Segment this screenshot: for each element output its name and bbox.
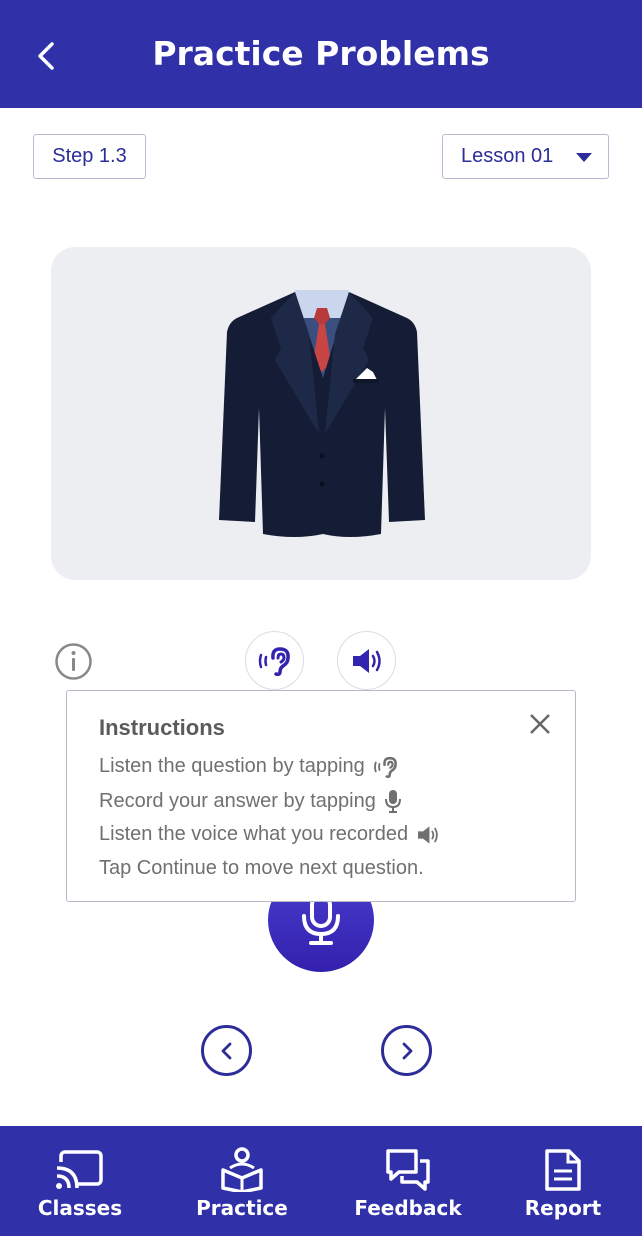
speaker-icon bbox=[352, 648, 381, 673]
nav-item-feedback[interactable]: Feedback bbox=[354, 1126, 462, 1236]
play-recording-button[interactable] bbox=[337, 631, 396, 690]
lesson-dropdown-value: Lesson 01 bbox=[461, 145, 554, 167]
info-icon[interactable] bbox=[54, 642, 93, 681]
previous-question-button[interactable] bbox=[201, 1025, 252, 1076]
instructions-title: Instructions bbox=[99, 715, 225, 740]
bottom-navigation: Classes Practice Feedback Report bbox=[0, 1126, 642, 1236]
instructions-popup: Instructions Listen the question by tapp… bbox=[66, 690, 576, 902]
lesson-dropdown[interactable]: Lesson 01 bbox=[442, 134, 609, 179]
page-title: Practice Problems bbox=[152, 34, 490, 73]
cast-icon bbox=[55, 1150, 103, 1192]
ear-listen-icon bbox=[258, 646, 290, 676]
book-user-icon bbox=[221, 1147, 263, 1192]
nav-label: Report bbox=[524, 1196, 602, 1220]
listen-question-button[interactable] bbox=[245, 631, 304, 690]
app-header: Practice Problems bbox=[0, 0, 642, 108]
instruction-text: Listen the voice what you recorded bbox=[99, 823, 409, 845]
nav-item-report[interactable]: Report bbox=[525, 1126, 601, 1236]
next-question-button[interactable] bbox=[381, 1025, 432, 1076]
microphone-icon bbox=[384, 789, 402, 813]
nav-label: Practice bbox=[196, 1196, 288, 1220]
close-icon[interactable] bbox=[527, 711, 553, 737]
instruction-line: Listen the voice what you recorded bbox=[99, 823, 440, 846]
nav-item-practice[interactable]: Practice bbox=[196, 1126, 288, 1236]
chat-bubbles-icon bbox=[386, 1149, 430, 1191]
chevron-right-icon bbox=[402, 1042, 412, 1059]
instruction-text: Tap Continue to move next question. bbox=[99, 857, 424, 879]
instruction-line: Record your answer by tapping bbox=[99, 789, 402, 813]
suit-jacket-image bbox=[219, 290, 425, 537]
nav-item-classes[interactable]: Classes bbox=[37, 1126, 123, 1236]
step-label: Step 1.3 bbox=[33, 134, 146, 179]
ear-listen-icon bbox=[373, 756, 399, 778]
instruction-text: Record your answer by tapping bbox=[99, 789, 376, 812]
document-icon bbox=[545, 1149, 581, 1191]
instruction-text: Listen the question by tapping bbox=[99, 755, 365, 777]
caret-down-icon bbox=[576, 153, 592, 162]
instruction-line: Listen the question by tapping bbox=[99, 755, 399, 778]
nav-label: Classes bbox=[37, 1196, 123, 1220]
speaker-icon bbox=[416, 825, 440, 845]
nav-label: Feedback bbox=[354, 1196, 462, 1220]
instruction-line: Tap Continue to move next question. bbox=[99, 857, 424, 880]
chevron-left-icon bbox=[221, 1042, 231, 1059]
